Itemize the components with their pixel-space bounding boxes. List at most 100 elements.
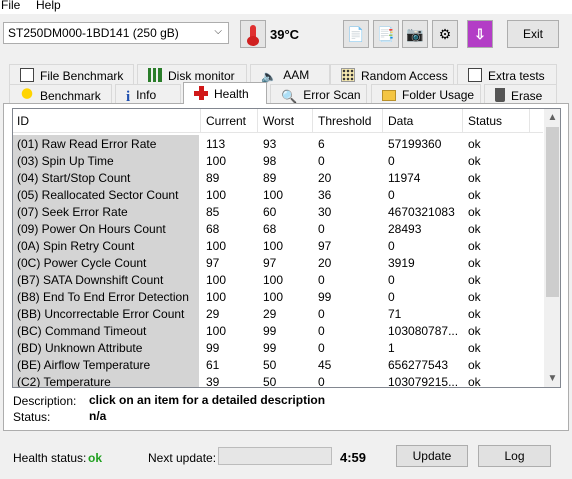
tab-erase[interactable]: Erase	[484, 84, 557, 104]
chevron-up-icon[interactable]: ▲	[544, 109, 560, 126]
table-row[interactable]: (0C) Power Cycle Count 97 97 20 3919 ok	[13, 254, 543, 271]
header-data[interactable]: Data	[388, 114, 413, 128]
table-row[interactable]: (C2) Temperature 39 50 0 103079215... ok	[13, 373, 543, 388]
data-cell: 3919	[388, 256, 415, 270]
table-row[interactable]: (BB) Uncorrectable Error Count 29 29 0 71 ok	[13, 305, 543, 322]
tab-aam[interactable]: 🔈 AAM	[250, 64, 330, 84]
next-update-progress	[218, 447, 332, 465]
tab-disk-monitor[interactable]: Disk monitor	[137, 64, 247, 84]
log-button[interactable]: Log	[478, 445, 551, 467]
status-cell: ok	[468, 256, 481, 270]
threshold-cell: 0	[318, 154, 325, 168]
worst-cell: 100	[263, 290, 284, 304]
exit-button[interactable]: Exit	[507, 20, 559, 48]
smart-attributes-table[interactable]: ID Current Worst Threshold Data Status (…	[12, 108, 561, 388]
header-id[interactable]: ID	[17, 114, 29, 128]
table-row[interactable]: (BD) Unknown Attribute 99 99 0 1 ok	[13, 339, 543, 356]
attribute-id-cell: (03) Spin Up Time	[13, 152, 199, 169]
table-scrollbar[interactable]: ▲ ▼	[544, 109, 560, 387]
menu-help[interactable]: Help	[36, 0, 61, 12]
status-cell: ok	[468, 358, 481, 372]
disk-monitor-icon	[148, 68, 162, 82]
magnifier-icon: 🔍	[281, 89, 298, 104]
table-row[interactable]: (B8) End To End Error Detection 100 100 99 0…	[13, 288, 543, 305]
tab-benchmark[interactable]: Benchmark	[9, 84, 112, 104]
download-arrow-icon: ⇩	[474, 26, 486, 42]
info-icon: i	[126, 89, 131, 105]
header-status[interactable]: Status	[468, 114, 502, 128]
header-worst[interactable]: Worst	[263, 114, 294, 128]
tools-icon: ⚙	[438, 26, 452, 42]
table-row[interactable]: (BC) Command Timeout 100 99 0 103080787... ok	[13, 322, 543, 339]
status-cell: ok	[468, 307, 481, 321]
scrollbar-thumb[interactable]	[546, 127, 559, 297]
header-threshold[interactable]: Threshold	[318, 114, 371, 128]
current-cell: 99	[206, 341, 220, 355]
table-row[interactable]: (03) Spin Up Time 100 98 0 0 ok	[13, 152, 543, 169]
current-cell: 68	[206, 222, 220, 236]
worst-cell: 97	[263, 256, 277, 270]
copy-all-button[interactable]: 📑	[373, 20, 399, 48]
data-cell: 0	[388, 239, 395, 253]
table-row[interactable]: (0A) Spin Retry Count 100 100 97 0 ok	[13, 237, 543, 254]
header-current[interactable]: Current	[206, 114, 246, 128]
chevron-down-icon[interactable]: ▼	[544, 370, 560, 387]
status-cell: ok	[468, 154, 481, 168]
data-cell: 656277543	[388, 358, 449, 372]
tab-health[interactable]: Health	[183, 82, 267, 104]
data-cell: 57199360	[388, 137, 442, 151]
threshold-cell: 30	[318, 205, 332, 219]
attribute-id-cell: (09) Power On Hours Count	[13, 220, 199, 237]
status-cell: ok	[468, 137, 481, 151]
countdown-timer: 4:59	[340, 450, 367, 465]
status-cell: ok	[468, 239, 481, 253]
copy-text-button[interactable]: 📄	[343, 20, 369, 48]
current-cell: 61	[206, 358, 220, 372]
worst-cell: 68	[263, 222, 277, 236]
data-cell: 103079215...	[388, 375, 459, 388]
attribute-id-cell: (0A) Spin Retry Count	[13, 237, 199, 254]
tab-file-benchmark[interactable]: File Benchmark	[9, 64, 134, 84]
tab-random-access[interactable]: Random Access	[330, 64, 454, 84]
threshold-cell: 45	[318, 358, 332, 372]
drive-select[interactable]: ST250DM000-1BD141 (250 gB) ⌵	[3, 22, 229, 44]
table-row[interactable]: (04) Start/Stop Count 89 89 20 11974 ok	[13, 169, 543, 186]
table-row[interactable]: (05) Reallocated Sector Count 100 100 36 0 ok	[13, 186, 543, 203]
table-row[interactable]: (B7) SATA Downshift Count 100 100 0 0 ok	[13, 271, 543, 288]
tab-info[interactable]: i Info	[115, 84, 181, 105]
table-row[interactable]: (07) Seek Error Rate 85 60 30 4670321083 ok	[13, 203, 543, 220]
worst-cell: 99	[263, 324, 277, 338]
tab-label: Benchmark	[40, 89, 101, 103]
table-row[interactable]: (01) Raw Read Error Rate 113 93 6 57199360 ok	[13, 135, 543, 152]
save-button[interactable]: ⇩	[467, 20, 493, 48]
update-button[interactable]: Update	[396, 445, 468, 467]
threshold-cell: 0	[318, 375, 325, 388]
data-cell: 0	[388, 154, 395, 168]
health-status-label: Health status:	[13, 451, 87, 465]
attribute-id-cell: (07) Seek Error Rate	[13, 203, 199, 220]
red-cross-icon	[194, 86, 208, 100]
tab-error-scan[interactable]: 🔍 Error Scan	[270, 84, 367, 104]
status-value: n/a	[89, 409, 107, 423]
health-status-value: ok	[88, 451, 103, 465]
status-cell: ok	[468, 341, 481, 355]
screenshot-button[interactable]: 📷	[402, 20, 428, 48]
tab-label: File Benchmark	[40, 69, 124, 83]
menu-file[interactable]: File	[1, 0, 20, 12]
tab-label: Info	[136, 88, 157, 102]
current-cell: 97	[206, 256, 220, 270]
tab-label: AAM	[283, 68, 310, 82]
threshold-cell: 0	[318, 222, 325, 236]
current-cell: 89	[206, 171, 220, 185]
current-cell: 29	[206, 307, 220, 321]
current-cell: 100	[206, 154, 227, 168]
attribute-id-cell: (BE) Airflow Temperature	[13, 356, 199, 373]
table-row[interactable]: (09) Power On Hours Count 68 68 0 28493 ok	[13, 220, 543, 237]
tab-folder-usage[interactable]: Folder Usage	[371, 84, 481, 104]
drive-select-value: ST250DM000-1BD141 (250 gB)	[8, 26, 179, 40]
menu-bar: File Help	[0, 0, 572, 14]
status-cell: ok	[468, 188, 481, 202]
table-row[interactable]: (BE) Airflow Temperature 61 50 45 656277543 o…	[13, 356, 543, 373]
options-button[interactable]: ⚙	[432, 20, 458, 48]
tab-extra-tests[interactable]: Extra tests	[457, 64, 557, 84]
